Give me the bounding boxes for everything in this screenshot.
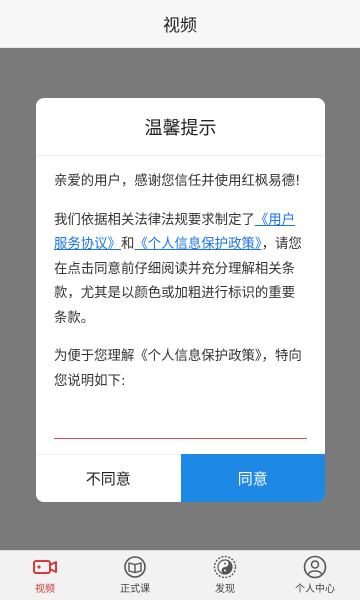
tab-course[interactable]: 正式课 <box>95 556 175 595</box>
agree-button[interactable]: 同意 <box>180 454 325 502</box>
agreement-prefix: 我们依据相关法律法规要求制定了 <box>54 212 255 228</box>
tab-label: 个人中心 <box>295 584 335 595</box>
tab-profile[interactable]: 个人中心 <box>275 555 355 595</box>
video-camera-icon <box>32 556 58 578</box>
dialog-body[interactable]: 亲爱的用户，感谢您信任并使用红枫易德! 我们依据相关法律法规要求制定了《用户服务… <box>36 156 325 452</box>
book-icon <box>122 556 148 578</box>
disagree-button[interactable]: 不同意 <box>36 454 181 502</box>
yin-yang-icon <box>212 555 238 579</box>
agreement-paragraph: 我们依据相关法律法规要求制定了《用户服务协议》和《个人信息保护政策》，请您在点击… <box>54 209 307 332</box>
page-title: 视频 <box>163 16 197 36</box>
tab-label: 正式课 <box>120 584 150 595</box>
dialog-footer: 不同意 同意 <box>36 454 325 502</box>
privacy-dialog: 温馨提示 亲爱的用户，感谢您信任并使用红枫易德! 我们依据相关法律法规要求制定了… <box>36 98 325 502</box>
dialog-title: 温馨提示 <box>36 98 325 156</box>
content-divider <box>54 438 307 439</box>
top-navbar: 视频 <box>0 0 360 48</box>
privacy-policy-link[interactable]: 《个人信息保护政策》 <box>134 237 261 252</box>
tab-label: 发现 <box>215 584 235 595</box>
tab-label: 视频 <box>35 584 55 595</box>
explanation-text: 为便于您理解《个人信息保护政策》，特向您说明如下: <box>54 349 302 389</box>
user-icon <box>302 555 328 579</box>
tab-video[interactable]: 视频 <box>5 556 85 595</box>
agreement-and: 和 <box>120 237 135 252</box>
tab-discover[interactable]: 发现 <box>185 555 265 595</box>
greeting-text: 亲爱的用户，感谢您信任并使用红枫易德! <box>54 174 301 189</box>
bottom-tab-bar: 视频 正式课 发现 个人中心 <box>0 550 360 600</box>
